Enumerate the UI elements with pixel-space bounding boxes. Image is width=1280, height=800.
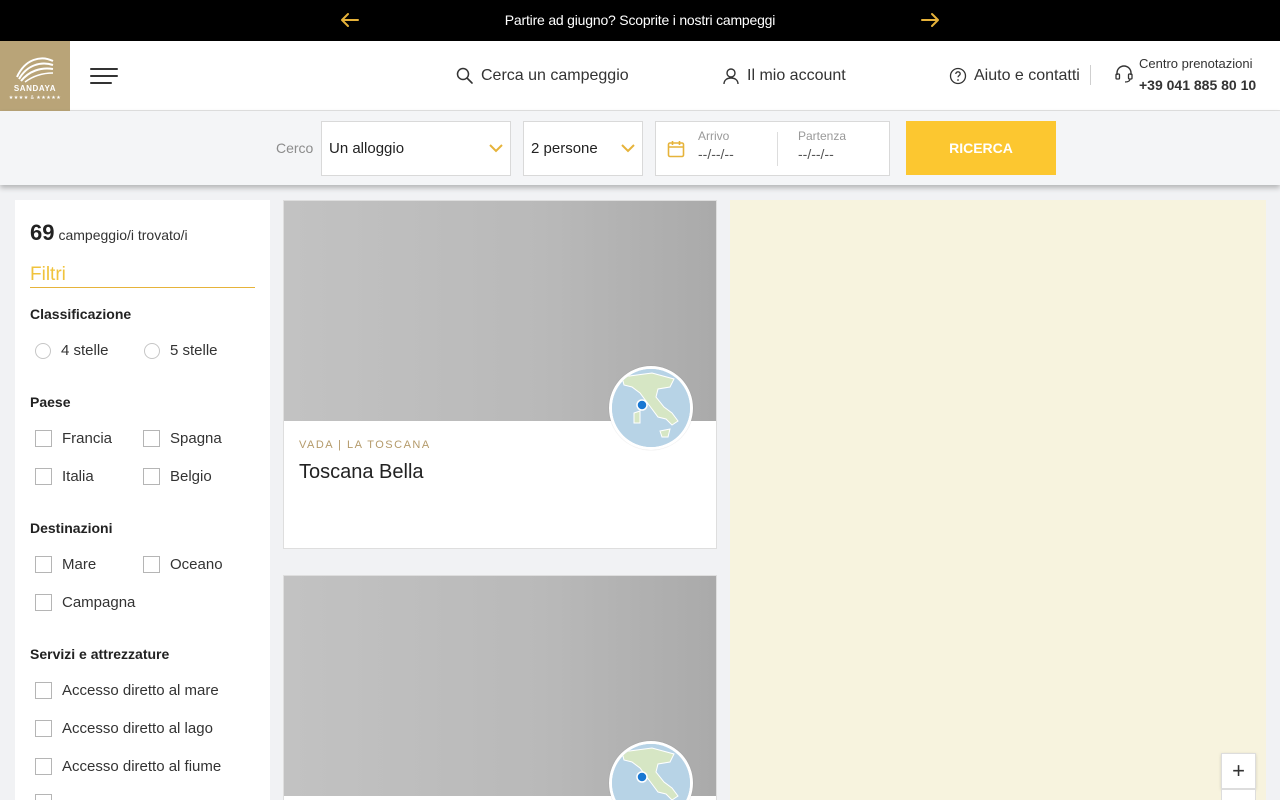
checkbox[interactable]: [143, 430, 160, 447]
filter-next-option[interactable]: [35, 794, 52, 800]
logo-stars: ★★★★ & ★★★★★: [8, 95, 62, 101]
sandaya-logo[interactable]: SANDAYA ★★★★ & ★★★★★: [0, 41, 70, 111]
filter-francia[interactable]: Francia: [35, 430, 112, 447]
headset-icon: [1115, 65, 1133, 83]
people-value: 2 persone: [531, 140, 598, 157]
filter-lake-access[interactable]: Accesso diretto al lago: [35, 720, 213, 737]
checkbox[interactable]: [35, 758, 52, 775]
filter-5-stars[interactable]: 5 stelle: [144, 342, 218, 359]
results-map[interactable]: [730, 200, 1266, 800]
user-icon: [723, 68, 739, 85]
chevron-down-icon: [489, 144, 503, 153]
arrow-left-icon[interactable]: [338, 9, 362, 31]
filter-oceano[interactable]: Oceano: [143, 556, 223, 573]
checkbox[interactable]: [35, 682, 52, 699]
checkbox[interactable]: [143, 556, 160, 573]
country-heading: Paese: [30, 394, 71, 410]
italy-map-icon: [612, 369, 690, 447]
departure-label: Partenza: [798, 129, 847, 143]
filter-italia[interactable]: Italia: [35, 468, 94, 485]
search-campsite-link[interactable]: Cerca un campeggio: [456, 65, 629, 87]
search-button[interactable]: RICERCA: [906, 121, 1056, 175]
filter-francia-label: Francia: [62, 430, 113, 447]
campsite-card[interactable]: VADA | LA TOSCANA Toscana Bella: [283, 200, 717, 549]
filter-campagna-label: Campagna: [62, 594, 136, 611]
zoom-in-button[interactable]: +: [1221, 753, 1256, 789]
filter-4-stars-label: 4 stelle: [61, 342, 109, 359]
filters-panel: 69 campeggio/i trovato/i Filtri Classifi…: [15, 200, 270, 800]
my-account-link[interactable]: Il mio account: [722, 65, 846, 87]
filter-lake-access-label: Accesso diretto al lago: [62, 720, 213, 737]
site-header: SANDAYA ★★★★ & ★★★★★ Cerca un campeggio …: [0, 41, 1280, 111]
search-label: Cerco: [276, 140, 314, 156]
classification-heading: Classificazione: [30, 306, 132, 322]
italy-map-thumbnail: [609, 366, 693, 450]
checkbox[interactable]: [35, 430, 52, 447]
campsite-location: VADA | LA TOSCANA: [299, 439, 431, 451]
italy-map-icon: [612, 744, 690, 800]
my-account-label: Il mio account: [747, 67, 846, 84]
search-icon: [456, 67, 473, 84]
radio-button[interactable]: [144, 342, 160, 359]
arrival-label: Arrivo: [698, 129, 730, 143]
filter-river-access[interactable]: Accesso diretto al fiume: [35, 758, 221, 775]
filter-spagna[interactable]: Spagna: [143, 430, 222, 447]
promo-bar: Partire ad giugno? Scoprite i nostri cam…: [0, 0, 1280, 41]
checkbox[interactable]: [35, 556, 52, 573]
checkbox[interactable]: [35, 594, 52, 611]
filter-italia-label: Italia: [62, 468, 94, 485]
booking-center[interactable]: Centro prenotazioni +39 041 885 80 10: [1114, 56, 1256, 96]
accommodation-type-value: Un alloggio: [329, 140, 405, 157]
checkbox[interactable]: [35, 794, 52, 800]
filters-title: Filtri: [30, 264, 255, 288]
arrival-date-input[interactable]: --/--/--: [698, 146, 734, 162]
filter-spagna-label: Spagna: [170, 430, 222, 447]
filter-belgio[interactable]: Belgio: [143, 468, 212, 485]
calendar-icon: [667, 141, 685, 158]
results-count-text: campeggio/i trovato/i: [58, 227, 188, 243]
filter-4-stars[interactable]: 4 stelle: [35, 342, 109, 359]
question-icon: [949, 67, 967, 85]
radio-button[interactable]: [35, 342, 51, 359]
help-contact-link[interactable]: Aiuto e contatti: [949, 65, 1080, 87]
header-divider: [1090, 65, 1091, 85]
menu-icon[interactable]: [88, 65, 120, 87]
services-heading: Servizi e attrezzature: [30, 646, 170, 662]
filter-sea-access[interactable]: Accesso diretto al mare: [35, 682, 219, 699]
zoom-out-button[interactable]: [1221, 789, 1256, 800]
filter-5-stars-label: 5 stelle: [170, 342, 218, 359]
promo-text[interactable]: Partire ad giugno? Scoprite i nostri cam…: [440, 12, 840, 28]
logo-text: SANDAYA: [13, 84, 57, 93]
accommodation-type-select[interactable]: Un alloggio: [321, 121, 511, 176]
search-bar: Cerco Un alloggio 2 persone Arrivo --/--…: [0, 111, 1280, 185]
booking-phone[interactable]: +39 041 885 80 10: [1139, 77, 1256, 93]
filter-river-access-label: Accesso diretto al fiume: [62, 758, 222, 775]
booking-center-label: Centro prenotazioni: [1139, 56, 1253, 71]
results-count-number: 69: [30, 220, 55, 245]
filter-mare-label: Mare: [62, 556, 97, 573]
chevron-down-icon: [621, 144, 635, 153]
help-contact-label: Aiuto e contatti: [974, 67, 1080, 84]
search-campsite-label: Cerca un campeggio: [481, 67, 629, 84]
campsite-card[interactable]: [283, 575, 717, 800]
filter-oceano-label: Oceano: [170, 556, 223, 573]
arrow-right-icon[interactable]: [918, 9, 942, 31]
date-range-picker[interactable]: Arrivo --/--/-- Partenza --/--/--: [655, 121, 890, 176]
destinations-heading: Destinazioni: [30, 520, 113, 536]
departure-date-input[interactable]: --/--/--: [798, 146, 834, 162]
checkbox[interactable]: [35, 720, 52, 737]
wave-logo-icon: [16, 57, 54, 83]
date-divider: [777, 132, 778, 166]
filter-belgio-label: Belgio: [170, 468, 212, 485]
checkbox[interactable]: [143, 468, 160, 485]
results-count: 69 campeggio/i trovato/i: [30, 220, 188, 246]
filter-campagna[interactable]: Campagna: [35, 594, 135, 611]
checkbox[interactable]: [35, 468, 52, 485]
filter-sea-access-label: Accesso diretto al mare: [62, 682, 219, 699]
people-select[interactable]: 2 persone: [523, 121, 643, 176]
campsite-name[interactable]: Toscana Bella: [299, 461, 424, 484]
filter-mare[interactable]: Mare: [35, 556, 96, 573]
